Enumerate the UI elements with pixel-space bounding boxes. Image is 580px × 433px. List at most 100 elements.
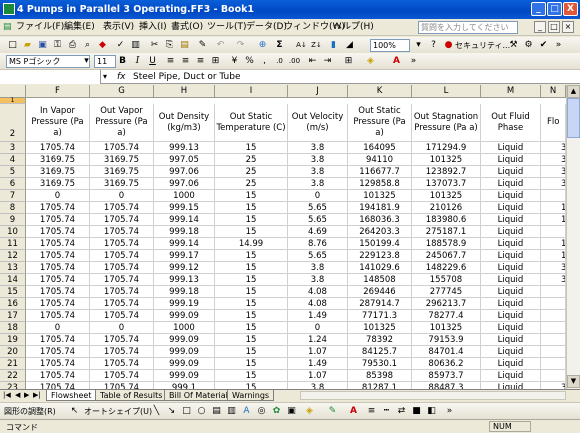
table-cell[interactable]: 15 (215, 226, 288, 238)
table-cell[interactable]: 3169.75 (26, 166, 90, 178)
drawing-icon[interactable]: ◢ (343, 39, 356, 52)
row-header[interactable]: 6 (0, 178, 26, 190)
table-cell[interactable]: 1705.74 (90, 142, 154, 154)
table-cell[interactable]: 84125.7 (348, 346, 412, 358)
horizontal-scrollbar[interactable] (300, 391, 566, 400)
table-cell[interactable]: 15 (215, 142, 288, 154)
copy-icon[interactable]: ⎘ (163, 39, 176, 52)
row-header[interactable]: 13 (0, 262, 26, 274)
table-cell[interactable]: 15 (215, 382, 288, 389)
table-cell[interactable] (541, 334, 566, 346)
table-cell[interactable]: 999.09 (154, 358, 215, 370)
table-cell[interactable]: 1705.74 (90, 310, 154, 322)
table-cell[interactable]: 1705.74 (90, 370, 154, 382)
header-cell[interactable]: Flo (541, 104, 566, 142)
table-cell[interactable]: 148508 (348, 274, 412, 286)
header-cell[interactable]: In Vapor Pressure (Pa a) (26, 104, 90, 142)
diagram-icon[interactable]: ◎ (255, 405, 268, 418)
header-cell[interactable]: Out Stagnation Pressure (Pa a) (412, 104, 481, 142)
menu-help[interactable]: ヘルプ(H) (333, 21, 374, 33)
table-cell[interactable]: 5.65 (288, 250, 348, 262)
table-cell[interactable]: 1705.74 (90, 226, 154, 238)
table-cell[interactable]: 4.08 (288, 298, 348, 310)
table-cell[interactable]: 3 (541, 382, 566, 389)
table-cell[interactable]: 15 (215, 358, 288, 370)
table-cell[interactable]: Liquid (481, 286, 541, 298)
table-cell[interactable]: 88487.3 (412, 382, 481, 389)
table-cell[interactable]: 1705.74 (90, 346, 154, 358)
column-header[interactable]: H (154, 85, 215, 98)
table-cell[interactable]: 1705.74 (26, 142, 90, 154)
table-cell[interactable]: 3 (541, 166, 566, 178)
header-cell[interactable]: Out Velocity (m/s) (288, 104, 348, 142)
row-header[interactable]: 18 (0, 322, 26, 334)
spreadsheet-grid[interactable]: F G H I J K L M N 1 2 In Vapor Pressure … (0, 85, 566, 389)
row-header[interactable]: 19 (0, 334, 26, 346)
table-cell[interactable]: 101325 (348, 322, 412, 334)
fill-color-icon[interactable]: ◈ (364, 55, 377, 68)
table-cell[interactable]: 25 (215, 166, 288, 178)
name-box-dropdown-icon[interactable]: ▾ (103, 72, 107, 81)
align-right-icon[interactable]: ≡ (194, 55, 207, 68)
research-book-icon[interactable]: ▥ (129, 39, 142, 52)
table-cell[interactable]: 15 (215, 202, 288, 214)
table-cell[interactable]: 164095 (348, 142, 412, 154)
column-header[interactable]: K (348, 85, 412, 98)
table-cell[interactable]: 15 (215, 346, 288, 358)
row-header[interactable]: 11 (0, 238, 26, 250)
table-cell[interactable]: 0 (288, 190, 348, 202)
column-header[interactable]: M (481, 85, 541, 98)
security-button[interactable]: セキュリティ... (455, 40, 510, 51)
sheet-tab-flowsheet[interactable]: Flowsheet (46, 390, 97, 401)
font-size-select[interactable]: 11 (94, 55, 116, 68)
row-header[interactable]: 16 (0, 298, 26, 310)
table-cell[interactable] (541, 358, 566, 370)
close-button[interactable]: X (563, 2, 578, 16)
table-cell[interactable]: 3 (541, 142, 566, 154)
line-style-icon[interactable]: ≡ (365, 405, 378, 418)
table-cell[interactable]: 1.07 (288, 370, 348, 382)
table-cell[interactable] (541, 346, 566, 358)
header-cell[interactable]: Out Static Temperature (C) (215, 104, 288, 142)
table-cell[interactable]: 155708 (412, 274, 481, 286)
table-cell[interactable] (541, 286, 566, 298)
wordart-icon[interactable]: A (240, 405, 253, 418)
font-color-draw-icon[interactable]: A (347, 405, 360, 418)
table-cell[interactable]: 116677.7 (348, 166, 412, 178)
table-cell[interactable]: 1.49 (288, 358, 348, 370)
vertical-textbox-icon[interactable]: ▥ (225, 405, 238, 418)
oval-icon[interactable]: ○ (195, 405, 208, 418)
decrease-indent-icon[interactable]: ⇤ (306, 55, 319, 68)
table-cell[interactable]: Liquid (481, 274, 541, 286)
zoom-dropdown-icon[interactable]: ▾ (412, 39, 425, 52)
spelling-icon[interactable]: ✓ (114, 39, 127, 52)
table-cell[interactable]: Liquid (481, 298, 541, 310)
table-cell[interactable]: 229123.8 (348, 250, 412, 262)
table-cell[interactable]: 0 (26, 190, 90, 202)
align-center-icon[interactable]: ≡ (179, 55, 192, 68)
table-cell[interactable] (541, 310, 566, 322)
row-header[interactable]: 12 (0, 250, 26, 262)
table-cell[interactable]: 15 (215, 310, 288, 322)
row-header[interactable]: 21 (0, 358, 26, 370)
font-name-select[interactable]: MS Pゴシック (6, 55, 90, 68)
sheet-tab-table-of-results[interactable]: Table of Results (95, 390, 168, 401)
table-cell[interactable]: Liquid (481, 370, 541, 382)
paste-icon[interactable]: ▤ (178, 39, 191, 52)
table-cell[interactable]: 3.8 (288, 262, 348, 274)
table-cell[interactable]: 3 (541, 154, 566, 166)
table-cell[interactable]: 77171.3 (348, 310, 412, 322)
chart-wizard-icon[interactable]: ▮ (327, 39, 340, 52)
table-cell[interactable]: 275187.1 (412, 226, 481, 238)
table-cell[interactable]: 1705.74 (26, 334, 90, 346)
dash-style-icon[interactable]: ┅ (380, 405, 393, 418)
table-cell[interactable]: 1705.74 (90, 262, 154, 274)
table-cell[interactable]: 3.8 (288, 274, 348, 286)
table-cell[interactable]: Liquid (481, 142, 541, 154)
table-cell[interactable]: 264203.3 (348, 226, 412, 238)
help-search-input[interactable]: 質問を入力してください (418, 21, 518, 34)
font-color-icon[interactable]: A (390, 55, 403, 68)
table-cell[interactable]: 15 (215, 190, 288, 202)
underline-button[interactable]: U (146, 55, 159, 68)
arrow-style-icon[interactable]: ⇄ (395, 405, 408, 418)
